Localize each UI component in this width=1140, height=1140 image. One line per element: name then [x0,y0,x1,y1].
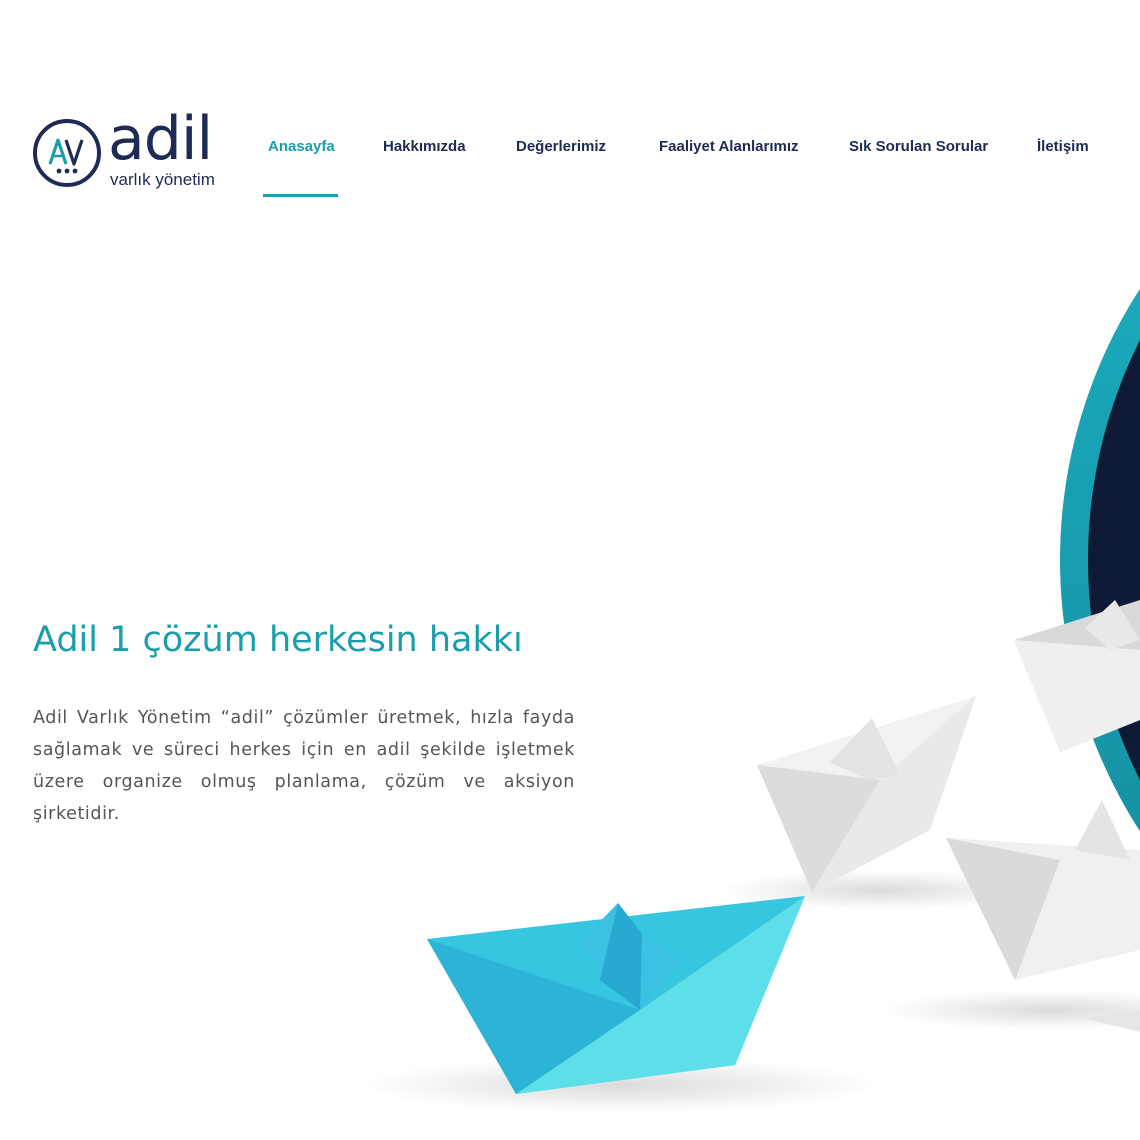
white-boat-2 [757,696,976,892]
nav-item-faaliyet-alanlarimiz[interactable]: Faaliyet Alanlarımız [659,138,799,155]
nav-item-degerlerimiz[interactable]: Değerlerimiz [516,138,606,155]
nav-item-hakkimizda[interactable]: Hakkımızda [383,138,466,155]
nav-active-indicator [263,194,338,197]
main-nav: Anasayfa Hakkımızda Değerlerimiz Faaliye… [0,0,1140,200]
hero-section: Adil 1 çözüm herkesin hakkı Adil Varlık … [33,618,575,830]
hero-description: Adil Varlık Yönetim “adil” çözümler üret… [33,708,575,824]
nav-item-iletisim[interactable]: İletişim [1037,138,1089,155]
nav-item-anasayfa[interactable]: Anasayfa [268,138,335,155]
nav-item-sik-sorulan-sorular[interactable]: Sık Sorulan Sorular [849,138,988,155]
site-header: adil varlık yönetim Anasayfa Hakkımızda … [0,0,1140,210]
white-boat-4 [946,800,1140,980]
hero-title: Adil 1 çözüm herkesin hakkı [33,620,523,660]
